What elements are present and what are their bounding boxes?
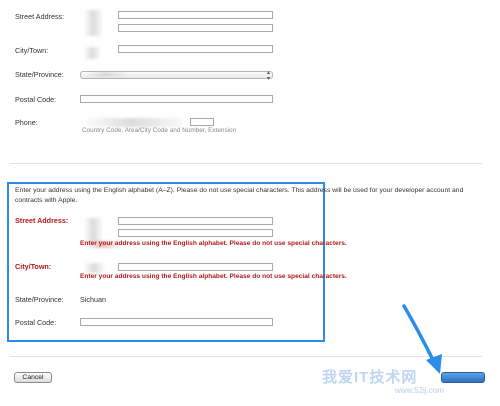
redacted-value — [86, 72, 126, 77]
phone-extension-input[interactable] — [190, 118, 214, 126]
city-error: Enter your address using the English alp… — [80, 273, 347, 280]
footer-divider — [10, 356, 482, 357]
select-arrows-icon: ▴ ▾ — [266, 70, 270, 82]
continue-button[interactable] — [441, 372, 485, 383]
redacted-value — [82, 118, 182, 127]
postal-code-input[interactable] — [80, 95, 273, 103]
phone-label: Phone: — [15, 118, 38, 127]
english-state-value: Sichuan — [80, 295, 106, 304]
state-label: State/Province: — [15, 70, 64, 79]
street-address-error: Enter your address using the English alp… — [80, 240, 347, 247]
redacted-value — [84, 218, 102, 242]
english-postal-code-input[interactable] — [80, 318, 273, 326]
watermark-url: www.52ij.com — [395, 386, 444, 395]
english-postal-code-label: Postal Code: — [15, 318, 57, 327]
redacted-value — [84, 10, 102, 36]
city-label: City/Town: — [15, 46, 49, 55]
english-street-address-label: Street Address: — [15, 216, 69, 225]
street-address-label: Street Address: — [15, 12, 65, 21]
phone-hint: Country Code, Area/City Code and Number,… — [82, 127, 237, 134]
english-state-label: State/Province: — [15, 295, 64, 304]
english-city-input[interactable] — [118, 263, 273, 271]
street-address-line2-input[interactable] — [118, 24, 273, 32]
english-address-intro: Enter your address using the English alp… — [15, 187, 464, 204]
section-divider — [10, 163, 482, 164]
street-address-line1-input[interactable] — [118, 11, 273, 19]
english-street-line1-input[interactable] — [118, 217, 273, 225]
postal-code-label: Postal Code: — [15, 95, 57, 104]
redacted-value — [84, 47, 100, 59]
redacted-value — [84, 263, 104, 273]
city-input[interactable] — [118, 45, 273, 53]
english-street-line2-input[interactable] — [118, 229, 273, 237]
english-city-label: City/Town: — [15, 262, 52, 271]
watermark-logo: 我爱IT技术网 — [322, 369, 418, 386]
cancel-button[interactable]: Cancel — [14, 372, 52, 383]
